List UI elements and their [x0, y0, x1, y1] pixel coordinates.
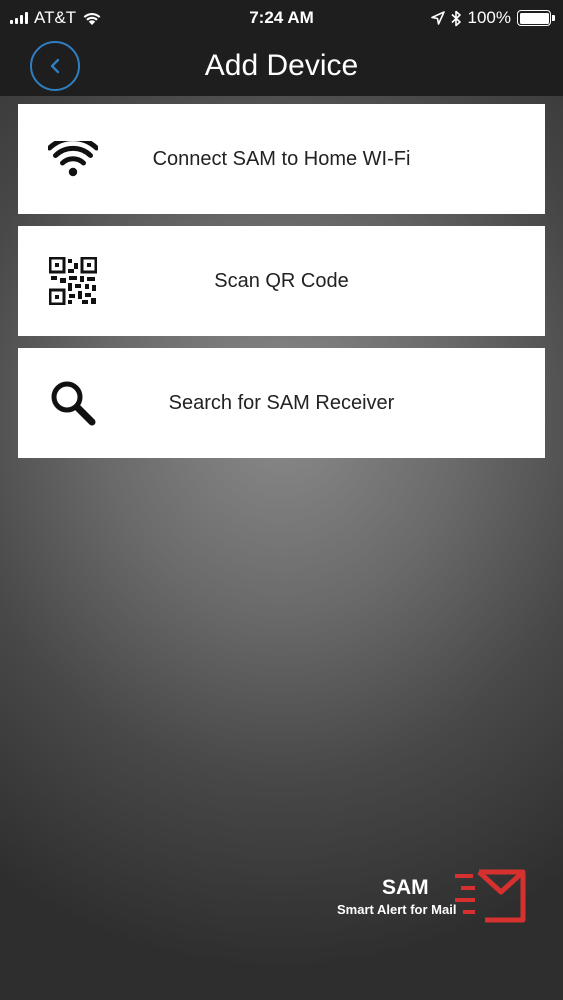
- battery-label: 100%: [467, 8, 511, 27]
- location-icon: [430, 11, 445, 25]
- status-right: 100%: [430, 8, 555, 28]
- search-receiver-button[interactable]: Search for SAM Receiver: [18, 348, 545, 458]
- mail-alert-icon: [455, 869, 526, 923]
- back-button[interactable]: [30, 41, 80, 91]
- logo-name: SAM: [382, 876, 429, 899]
- battery-icon: [517, 10, 555, 26]
- bluetooth-icon: [450, 10, 461, 26]
- search-icon: [46, 376, 100, 430]
- wifi-icon: [46, 132, 100, 186]
- carrier-label: AT&T: [34, 8, 77, 27]
- page-title: Add Device: [204, 49, 359, 82]
- device-menu: Connect SAM to Home WI-Fi Scan QR Code S…: [18, 104, 545, 470]
- qr-code-icon: [46, 254, 100, 308]
- status-bar: AT&T 7:24 AM 100%: [0, 0, 563, 36]
- status-left: AT&T: [10, 8, 102, 28]
- scan-qr-button[interactable]: Scan QR Code: [18, 226, 545, 336]
- chevron-left-icon: [50, 58, 60, 74]
- connect-wifi-button[interactable]: Connect SAM to Home WI-Fi: [18, 104, 545, 214]
- nav-bar: Add Device: [0, 36, 563, 96]
- wifi-icon: [83, 12, 101, 25]
- sam-logo: SAM Smart Alert for Mail: [336, 862, 536, 932]
- signal-icon: [10, 12, 28, 24]
- logo-tagline: Smart Alert for Mail: [337, 902, 457, 917]
